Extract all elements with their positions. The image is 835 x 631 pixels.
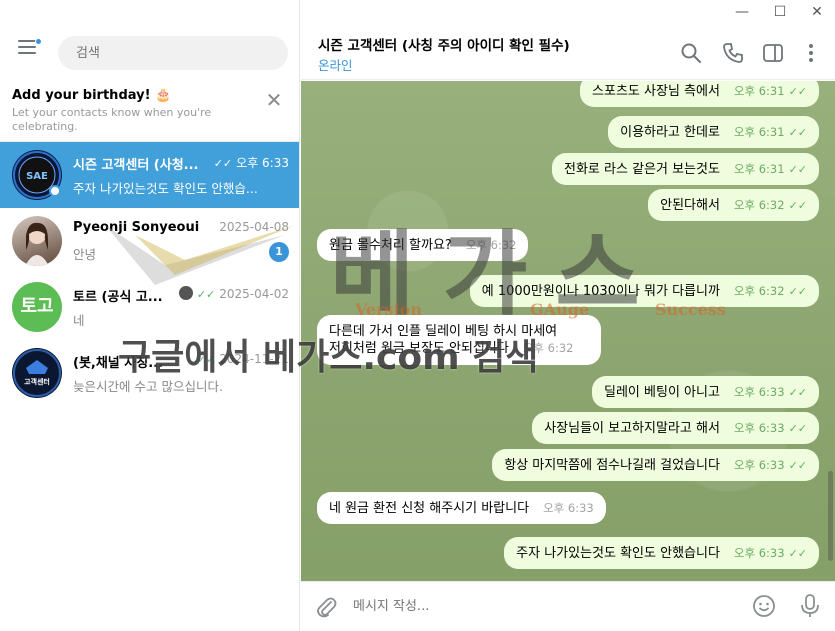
- avatar: 고객센터: [12, 348, 62, 398]
- chat-preview: 네: [73, 313, 85, 328]
- double-check-icon: ✓✓: [788, 285, 807, 298]
- birthday-title: Add your birthday! 🎂: [12, 88, 172, 103]
- more-options-icon[interactable]: [800, 42, 822, 64]
- avatar-logo-icon: 고객센터: [13, 349, 61, 397]
- close-window-button[interactable]: ✕: [802, 2, 832, 22]
- double-check-icon: ✓✓: [788, 85, 807, 98]
- menu-button[interactable]: [18, 38, 42, 58]
- double-check-icon: ✓✓: [788, 199, 807, 212]
- chat-title: 시즌 고객센터 (사칭 주의 아이디 확인 필수): [318, 38, 570, 54]
- chat-name: 시즌 고객센터 (사청...: [73, 158, 199, 173]
- minimize-button[interactable]: —: [727, 2, 757, 22]
- message-outgoing[interactable]: 스포츠도 사장님 측에서 오후 6:31 ✓✓: [580, 81, 819, 107]
- message-outgoing[interactable]: 주자 나가있는것도 확인도 안했습니다 오후 6:33 ✓✓: [504, 537, 819, 569]
- message-incoming[interactable]: 원금 몰수처리 할까요? 오후 6:32: [317, 229, 529, 261]
- double-check-icon: ✓✓: [788, 422, 807, 435]
- double-check-icon: ✓✓: [788, 163, 807, 176]
- chat-time: ✓✓ 오후 6:33: [213, 156, 289, 170]
- composer: [301, 581, 835, 631]
- microphone-icon[interactable]: [799, 593, 821, 619]
- message-outgoing[interactable]: 이용하라고 한데로 오후 6:31 ✓✓: [608, 116, 819, 148]
- message-outgoing[interactable]: 딜레이 베팅이 아니고 오후 6:33 ✓✓: [592, 376, 819, 408]
- double-check-icon: ✓✓: [788, 459, 807, 472]
- chat-header[interactable]: 시즌 고객센터 (사칭 주의 아이디 확인 필수) 온라인: [301, 24, 835, 80]
- double-check-icon: ✓✓: [196, 353, 216, 366]
- message-outgoing[interactable]: 항상 마지막쯤에 점수나길래 걸었습니다 오후 6:33 ✓✓: [492, 449, 819, 481]
- chat-panel: 시즌 고객센터 (사칭 주의 아이디 확인 필수) 온라인 스포츠도 사장님 측…: [301, 24, 835, 631]
- online-status: 온라인: [318, 58, 353, 73]
- profile-photo-icon: [25, 222, 49, 266]
- double-check-icon: ✓✓: [196, 288, 216, 301]
- double-check-icon: ✓✓: [213, 157, 233, 170]
- search-icon[interactable]: [680, 42, 702, 64]
- unread-badge: 1: [269, 242, 289, 262]
- scrollbar[interactable]: [828, 471, 833, 561]
- chat-time: ✓✓ 2025-04-02: [178, 286, 289, 301]
- double-check-icon: ✓✓: [788, 547, 807, 560]
- chat-item-thor[interactable]: 토고 토르 (공식 고... ✓✓ 2025-04-02 네: [0, 274, 299, 340]
- birthday-subtitle: Let your contacts know when you're celeb…: [12, 106, 212, 133]
- double-check-icon: ✓✓: [788, 126, 807, 139]
- message-incoming[interactable]: 다른데 가서 인플 딜레이 베팅 하시 마세여 저희처럼 원금 보장도 안되십니다…: [317, 315, 601, 365]
- maximize-button[interactable]: ☐: [765, 2, 795, 22]
- sidebar: Add your birthday! 🎂 Let your contacts k…: [0, 0, 300, 631]
- online-dot: [49, 185, 61, 197]
- chat-preview: 주자 나가있는것도 확인도 안했습...: [73, 181, 258, 196]
- chat-time: 2025-04-08: [219, 220, 289, 234]
- chat-preview: 안녕: [73, 247, 97, 262]
- birthday-banner[interactable]: Add your birthday! 🎂 Let your contacts k…: [0, 80, 299, 142]
- avatar-text: SAE: [26, 171, 48, 182]
- chat-preview: 늦은시간에 수고 많으십니다.: [73, 379, 223, 394]
- attach-icon[interactable]: [315, 595, 337, 619]
- chat-item-bot-channel[interactable]: 고객센터 (봇,채널 사칭... ✓✓ 2024-11-21 늦은시간에 수고 많…: [0, 340, 299, 406]
- phone-icon[interactable]: [722, 42, 744, 64]
- chat-item-pyeonji[interactable]: Pyeonji Sonyeoui 2025-04-08 안녕 1: [0, 208, 299, 274]
- muted-icon: [178, 286, 193, 300]
- close-icon[interactable]: ✕: [264, 90, 284, 110]
- search-input[interactable]: [58, 36, 288, 70]
- emoji-icon[interactable]: [752, 594, 776, 618]
- avatar-text: 고객센터: [24, 377, 50, 386]
- message-outgoing[interactable]: 전화로 라스 같은거 보는것도 오후 6:31 ✓✓: [552, 153, 819, 185]
- message-outgoing[interactable]: 사장님들이 보고하지말라고 해서 오후 6:33 ✓✓: [532, 412, 819, 444]
- chat-name: (봇,채널 사칭...: [73, 356, 164, 371]
- message-outgoing[interactable]: 예 1000만원이나 1030이나 뭐가 다릅니까 오후 6:32 ✓✓: [469, 275, 819, 307]
- menu-icon: [18, 40, 36, 42]
- chat-name: Pyeonji Sonyeoui: [73, 220, 200, 235]
- chat-item-season-support[interactable]: SAE 시즌 고객센터 (사청... ✓✓ 오후 6:33 주자 나가있는것도 확…: [0, 142, 299, 208]
- message-list[interactable]: 스포츠도 사장님 측에서 오후 6:31 ✓✓ 이용하라고 한데로 오후 6:31 ✓✓…: [301, 81, 835, 581]
- message-input[interactable]: [353, 594, 733, 618]
- message-incoming[interactable]: 네 원금 환전 신청 해주시기 바랍니다 오후 6:33: [317, 492, 606, 524]
- menu-notification-dot: [35, 38, 42, 45]
- chat-time: ✓✓ 2024-11-21: [196, 352, 289, 366]
- sidebar-toggle-icon[interactable]: [762, 42, 784, 64]
- message-outgoing[interactable]: 안된다해서 오후 6:32 ✓✓: [648, 189, 819, 221]
- avatar: [12, 216, 62, 266]
- avatar: 토고: [12, 282, 62, 332]
- double-check-icon: ✓✓: [788, 386, 807, 399]
